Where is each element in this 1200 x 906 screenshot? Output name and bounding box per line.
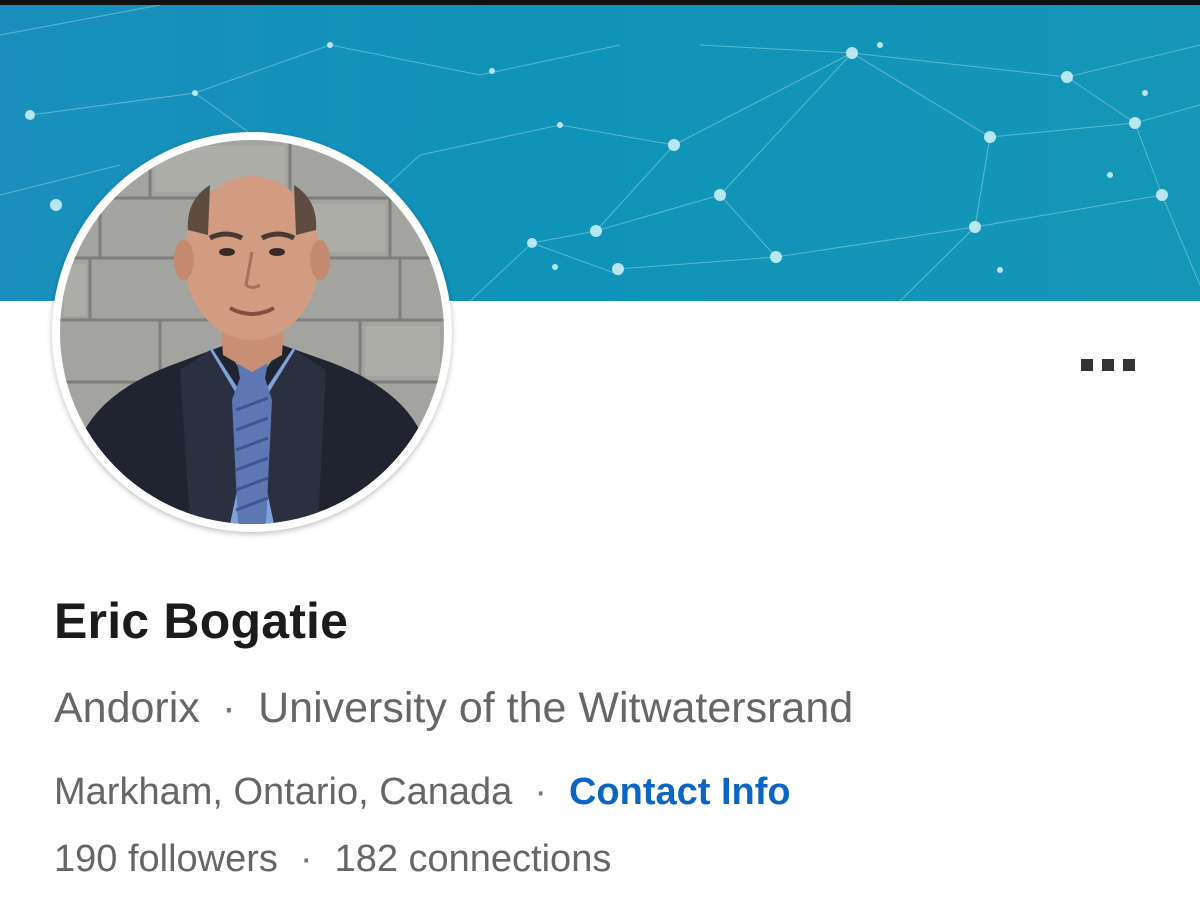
more-options-button[interactable] — [1068, 345, 1148, 385]
more-options-icon-dot — [1123, 359, 1135, 371]
connections-count[interactable]: 182 connections — [335, 838, 612, 880]
school-name[interactable]: University of the Witwatersrand — [258, 684, 853, 732]
profile-name: Eric Bogatie — [54, 593, 349, 649]
separator: · — [534, 771, 547, 813]
company-name[interactable]: Andorix — [54, 684, 200, 732]
avatar-frame[interactable] — [52, 132, 452, 532]
avatar[interactable] — [60, 140, 444, 524]
profile-location-row: Markham, Ontario, Canada · Contact Info — [54, 771, 791, 814]
more-options-icon-dot — [1102, 359, 1114, 371]
profile-headline: Andorix · University of the Witwatersrand — [54, 684, 853, 733]
profile-card: Eric Bogatie Andorix · University of the W… — [0, 0, 1200, 906]
profile-stats-row: 190 followers · 182 connections — [54, 838, 611, 881]
contact-info-link[interactable]: Contact Info — [569, 771, 791, 813]
more-options-icon — [1081, 359, 1093, 371]
location: Markham, Ontario, Canada — [54, 771, 513, 813]
separator: · — [221, 684, 237, 732]
separator: · — [299, 838, 313, 880]
profile-photo — [60, 140, 444, 524]
followers-count[interactable]: 190 followers — [54, 838, 278, 880]
